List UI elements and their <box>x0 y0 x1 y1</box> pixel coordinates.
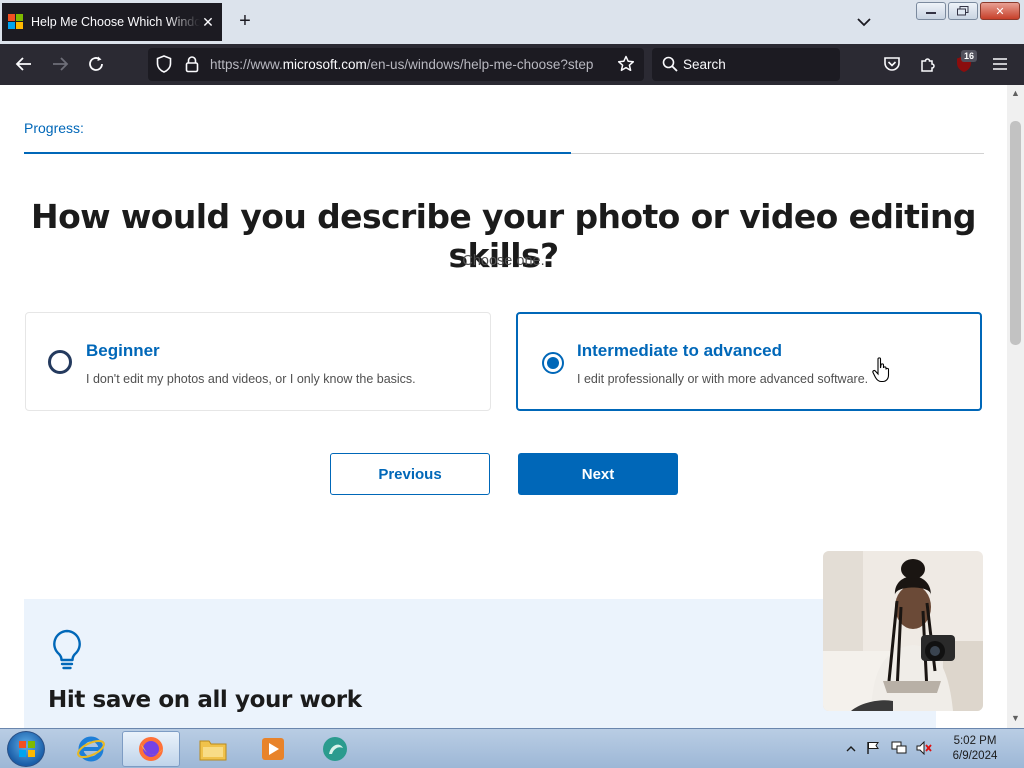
extension-badge: 16 <box>961 50 978 62</box>
option-title: Beginner <box>86 341 160 360</box>
previous-button[interactable]: Previous <box>330 453 490 495</box>
hand-cursor-icon <box>872 357 892 388</box>
firefox-taskbar-icon[interactable] <box>122 731 180 767</box>
browser-tab[interactable]: Help Me Choose Which Windows ✕ <box>2 3 222 41</box>
bookmark-star-icon[interactable] <box>616 54 636 74</box>
minimize-button[interactable] <box>916 2 946 20</box>
tab-title: Help Me Choose Which Windows <box>31 15 200 29</box>
option-description: I don't edit my photos and videos, or I … <box>86 372 416 386</box>
volume-muted-icon[interactable] <box>916 740 932 756</box>
back-arrow-icon[interactable] <box>14 54 34 74</box>
option-intermediate-advanced[interactable]: Intermediate to advanced I edit professi… <box>516 312 982 411</box>
internet-explorer-icon[interactable] <box>62 731 120 767</box>
page-scrollbar[interactable]: ▲ ▼ <box>1007 85 1024 728</box>
new-tab-button[interactable]: + <box>234 11 256 33</box>
url-text: https://www.microsoft.com/en-us/windows/… <box>210 57 594 72</box>
pocket-icon[interactable] <box>882 54 902 74</box>
tip-panel: Hit save on all your work <box>24 599 936 728</box>
radio-unselected[interactable] <box>48 350 72 374</box>
instruction-text: Choose one. <box>462 253 545 269</box>
option-beginner[interactable]: Beginner I don't edit my photos and vide… <box>25 312 491 411</box>
app-taskbar-icon[interactable] <box>306 731 364 767</box>
taskbar: 5:02 PM 6/9/2024 <box>0 728 1024 768</box>
forward-arrow-icon[interactable] <box>50 54 70 74</box>
scroll-down-arrow-icon[interactable]: ▼ <box>1010 713 1021 723</box>
extensions-puzzle-icon[interactable] <box>918 54 938 74</box>
tab-close-icon[interactable]: ✕ <box>200 14 216 31</box>
browser-toolbar: https://www.microsoft.com/en-us/windows/… <box>0 44 1024 85</box>
reload-icon[interactable] <box>86 54 106 74</box>
clock-date: 6/9/2024 <box>952 750 998 762</box>
clock[interactable]: 5:02 PM 6/9/2024 <box>946 734 1004 764</box>
page-content: Progress: How would you describe your ph… <box>0 85 1007 728</box>
search-icon <box>660 54 680 74</box>
clock-time: 5:02 PM <box>953 735 997 747</box>
lock-icon[interactable] <box>182 54 202 74</box>
restore-button[interactable] <box>948 2 978 20</box>
file-explorer-icon[interactable] <box>184 731 242 767</box>
close-window-button[interactable]: ✕ <box>980 2 1020 20</box>
tracking-shield-icon[interactable] <box>154 54 174 74</box>
network-icon[interactable] <box>891 741 907 755</box>
next-button[interactable]: Next <box>518 453 678 495</box>
option-title: Intermediate to advanced <box>577 341 783 360</box>
progress-bar-fill <box>24 152 571 154</box>
media-player-icon[interactable] <box>244 731 302 767</box>
show-hidden-icons-chevron-icon[interactable] <box>845 742 859 756</box>
lightbulb-icon <box>51 629 83 676</box>
progress-label: Progress: <box>24 120 84 136</box>
option-description: I edit professionally or with more advan… <box>577 372 869 386</box>
search-bar[interactable]: Search <box>652 48 840 81</box>
scroll-up-arrow-icon[interactable]: ▲ <box>1010 88 1021 98</box>
hamburger-menu-icon[interactable] <box>990 54 1010 74</box>
browser-tab-bar: Help Me Choose Which Windows ✕ + ✕ <box>0 0 1024 44</box>
start-button[interactable] <box>7 731 45 767</box>
tab-list-chevron-icon[interactable] <box>854 12 874 32</box>
scrollbar-thumb[interactable] <box>1010 121 1021 345</box>
address-bar[interactable]: https://www.microsoft.com/en-us/windows/… <box>148 48 644 81</box>
tip-title: Hit save on all your work <box>48 687 362 713</box>
photographer-image <box>823 551 983 711</box>
radio-selected[interactable] <box>542 352 564 374</box>
microsoft-logo-icon <box>8 14 24 30</box>
window-controls: ✕ <box>916 2 1020 20</box>
search-placeholder: Search <box>683 57 726 72</box>
action-center-flag-icon[interactable] <box>866 741 880 755</box>
